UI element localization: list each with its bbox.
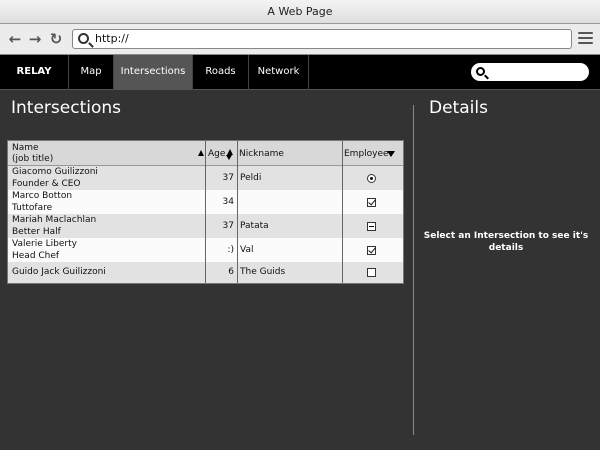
nav-item-map[interactable]: Map: [69, 55, 114, 90]
search-icon: [476, 67, 485, 76]
panel-divider: [413, 105, 414, 435]
back-arrow-icon[interactable]: ←: [7, 30, 23, 48]
column-divider: [342, 141, 343, 283]
row-nickname: The Guids: [240, 267, 286, 277]
row-age: 34: [222, 197, 234, 207]
row-nickname: Peldi: [240, 173, 262, 183]
row-age: :): [227, 245, 234, 255]
employee-checkbox[interactable]: [367, 198, 376, 207]
details-placeholder-text: Select an Intersection to see it's detai…: [423, 231, 589, 253]
row-name: Guido Jack Guilizzoni: [12, 267, 106, 277]
row-nickname: Val: [240, 245, 254, 255]
row-nickname: Patata: [240, 221, 269, 231]
intersections-table: Name (job title) Age Nickname Employee G…: [7, 140, 404, 284]
details-title: Details: [429, 98, 488, 118]
row-job-title: Tuttofare: [12, 203, 53, 213]
row-age: 6: [228, 267, 234, 277]
search-input[interactable]: [489, 65, 583, 79]
row-name: Giacomo Guilizzoni: [12, 167, 98, 177]
employee-checkbox[interactable]: [367, 246, 376, 255]
row-age: 37: [222, 221, 234, 231]
column-divider: [205, 141, 206, 283]
url-text: http://: [95, 32, 129, 45]
sort-descending-icon: [387, 151, 395, 157]
column-divider: [237, 141, 238, 283]
employee-checkbox[interactable]: [367, 222, 376, 231]
row-name: Valerie Liberty: [12, 239, 77, 249]
search-icon: [78, 33, 89, 44]
row-job-title: Better Half: [12, 227, 61, 237]
nav-item-intersections[interactable]: Intersections: [114, 55, 193, 90]
reload-icon[interactable]: ↻: [48, 30, 64, 48]
row-job-title: Head Chef: [12, 251, 60, 261]
brand-logo[interactable]: RELAY: [0, 55, 69, 90]
nav-item-network[interactable]: Network: [249, 55, 309, 90]
browser-window-title: A Web Page: [267, 5, 333, 18]
sort-down-icon: [226, 155, 232, 160]
nav-item-roads[interactable]: Roads: [193, 55, 249, 90]
employee-radio[interactable]: [367, 174, 376, 183]
page-title: Intersections: [11, 98, 121, 118]
browser-toolbar: ← → ↻ http://: [0, 24, 600, 55]
hamburger-menu-icon[interactable]: [578, 32, 593, 46]
forward-arrow-icon[interactable]: →: [27, 30, 43, 48]
row-age: 37: [222, 173, 234, 183]
url-field[interactable]: http://: [72, 29, 572, 49]
employee-checkbox[interactable]: [367, 268, 376, 277]
search-box[interactable]: [471, 63, 589, 81]
row-job-title: Founder & CEO: [12, 179, 81, 189]
app-nav-bar: RELAY Map Intersections Roads Network: [0, 55, 600, 90]
column-header-name[interactable]: Name (job title): [12, 143, 204, 168]
browser-title-bar: A Web Page: [0, 0, 600, 24]
sort-ascending-icon[interactable]: [198, 150, 204, 156]
row-name: Marco Botton: [12, 191, 73, 201]
row-name: Mariah Maclachlan: [12, 215, 97, 225]
